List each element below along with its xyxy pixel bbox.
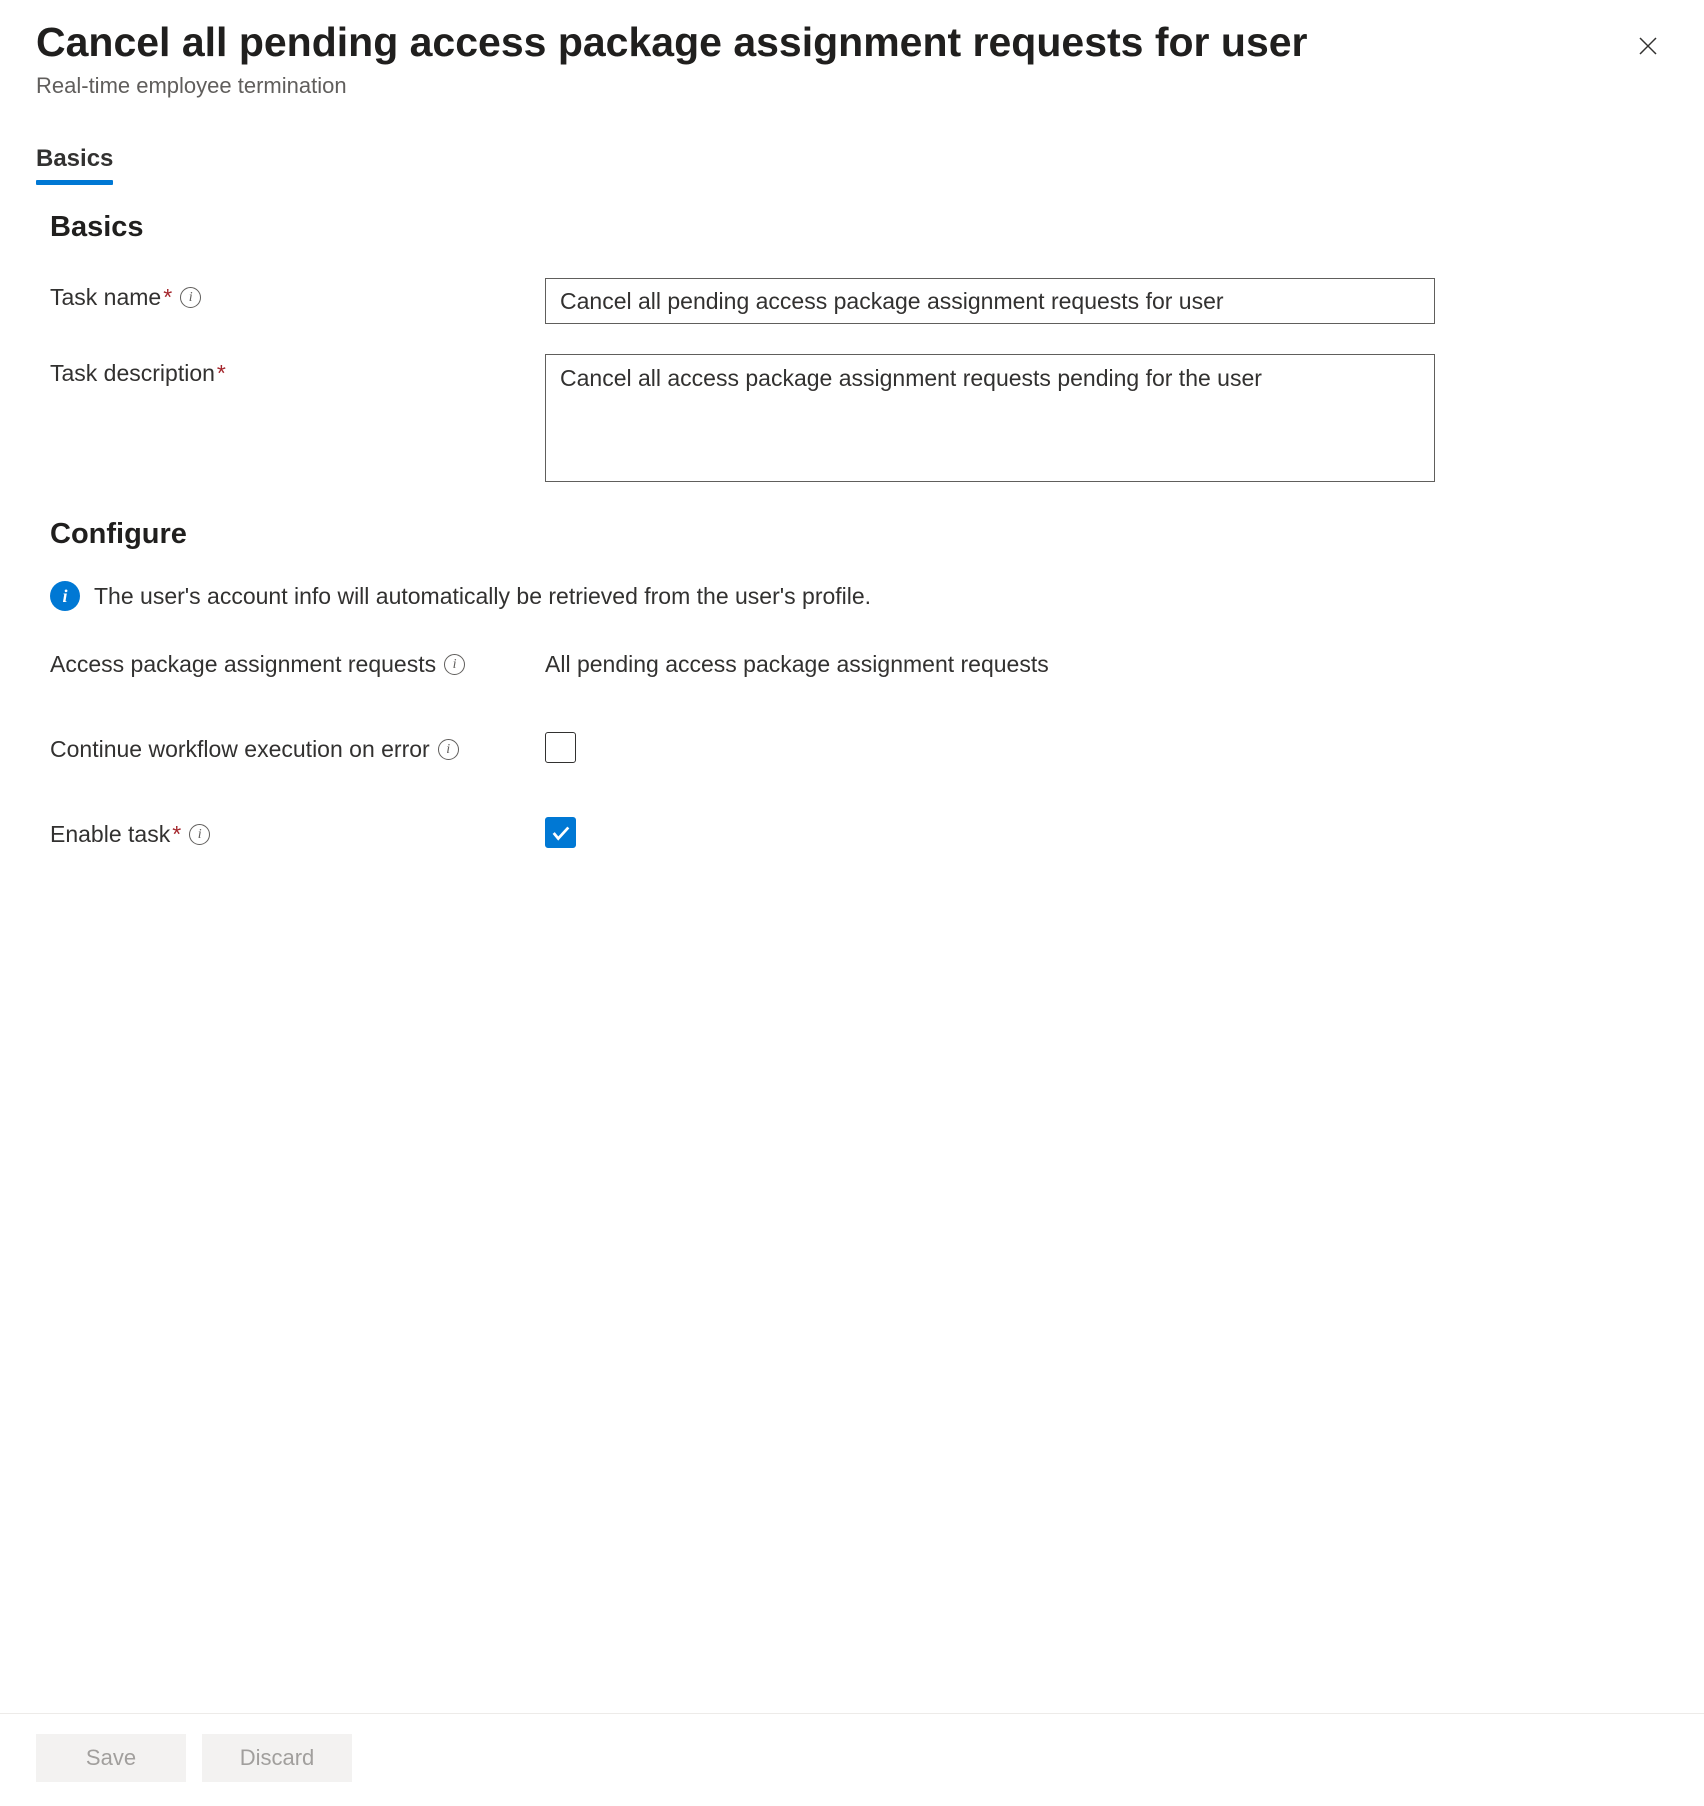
access-package-label: Access package assignment requests bbox=[50, 651, 436, 678]
info-icon[interactable]: i bbox=[189, 824, 210, 845]
task-name-input[interactable] bbox=[545, 278, 1435, 324]
close-icon bbox=[1636, 34, 1660, 58]
continue-on-error-row: Continue workflow execution on error i bbox=[50, 730, 1668, 763]
required-mark: * bbox=[172, 821, 181, 847]
panel-header: Cancel all pending access package assign… bbox=[36, 18, 1668, 99]
info-icon[interactable]: i bbox=[444, 654, 465, 675]
task-name-row: Task name* i bbox=[50, 278, 1668, 324]
task-description-row: Task description* Cancel all access pack… bbox=[50, 354, 1668, 488]
panel-content: Basics Task name* i Task description* Ca… bbox=[36, 211, 1668, 1713]
info-banner-icon: i bbox=[50, 581, 80, 611]
required-mark: * bbox=[163, 284, 172, 310]
discard-button[interactable]: Discard bbox=[202, 1734, 352, 1782]
basics-section-title: Basics bbox=[50, 211, 1668, 244]
checkmark-icon bbox=[550, 822, 572, 844]
access-package-value: All pending access package assignment re… bbox=[545, 645, 1049, 678]
configure-section-title: Configure bbox=[50, 518, 1668, 551]
info-icon[interactable]: i bbox=[438, 739, 459, 760]
task-name-label: Task name* bbox=[50, 284, 172, 311]
info-banner: i The user's account info will automatic… bbox=[50, 581, 1668, 611]
tabs: Basics bbox=[36, 145, 1668, 183]
tab-basics[interactable]: Basics bbox=[36, 145, 113, 183]
panel-footer: Save Discard bbox=[0, 1713, 1704, 1806]
access-package-row: Access package assignment requests i All… bbox=[50, 645, 1668, 678]
task-description-label: Task description* bbox=[50, 360, 226, 387]
tab-label: Basics bbox=[36, 145, 113, 172]
task-config-panel: Cancel all pending access package assign… bbox=[0, 0, 1704, 1806]
info-banner-text: The user's account info will automatical… bbox=[94, 583, 871, 610]
close-button[interactable] bbox=[1628, 26, 1668, 66]
enable-task-label: Enable task* bbox=[50, 821, 181, 848]
task-description-input[interactable]: Cancel all access package assignment req… bbox=[545, 354, 1435, 482]
continue-on-error-checkbox[interactable] bbox=[545, 732, 576, 763]
continue-on-error-label: Continue workflow execution on error bbox=[50, 736, 430, 763]
panel-subtitle: Real-time employee termination bbox=[36, 73, 1608, 99]
info-icon[interactable]: i bbox=[180, 287, 201, 308]
enable-task-checkbox[interactable] bbox=[545, 817, 576, 848]
required-mark: * bbox=[217, 360, 226, 386]
save-button[interactable]: Save bbox=[36, 1734, 186, 1782]
panel-title: Cancel all pending access package assign… bbox=[36, 18, 1608, 67]
enable-task-row: Enable task* i bbox=[50, 815, 1668, 848]
